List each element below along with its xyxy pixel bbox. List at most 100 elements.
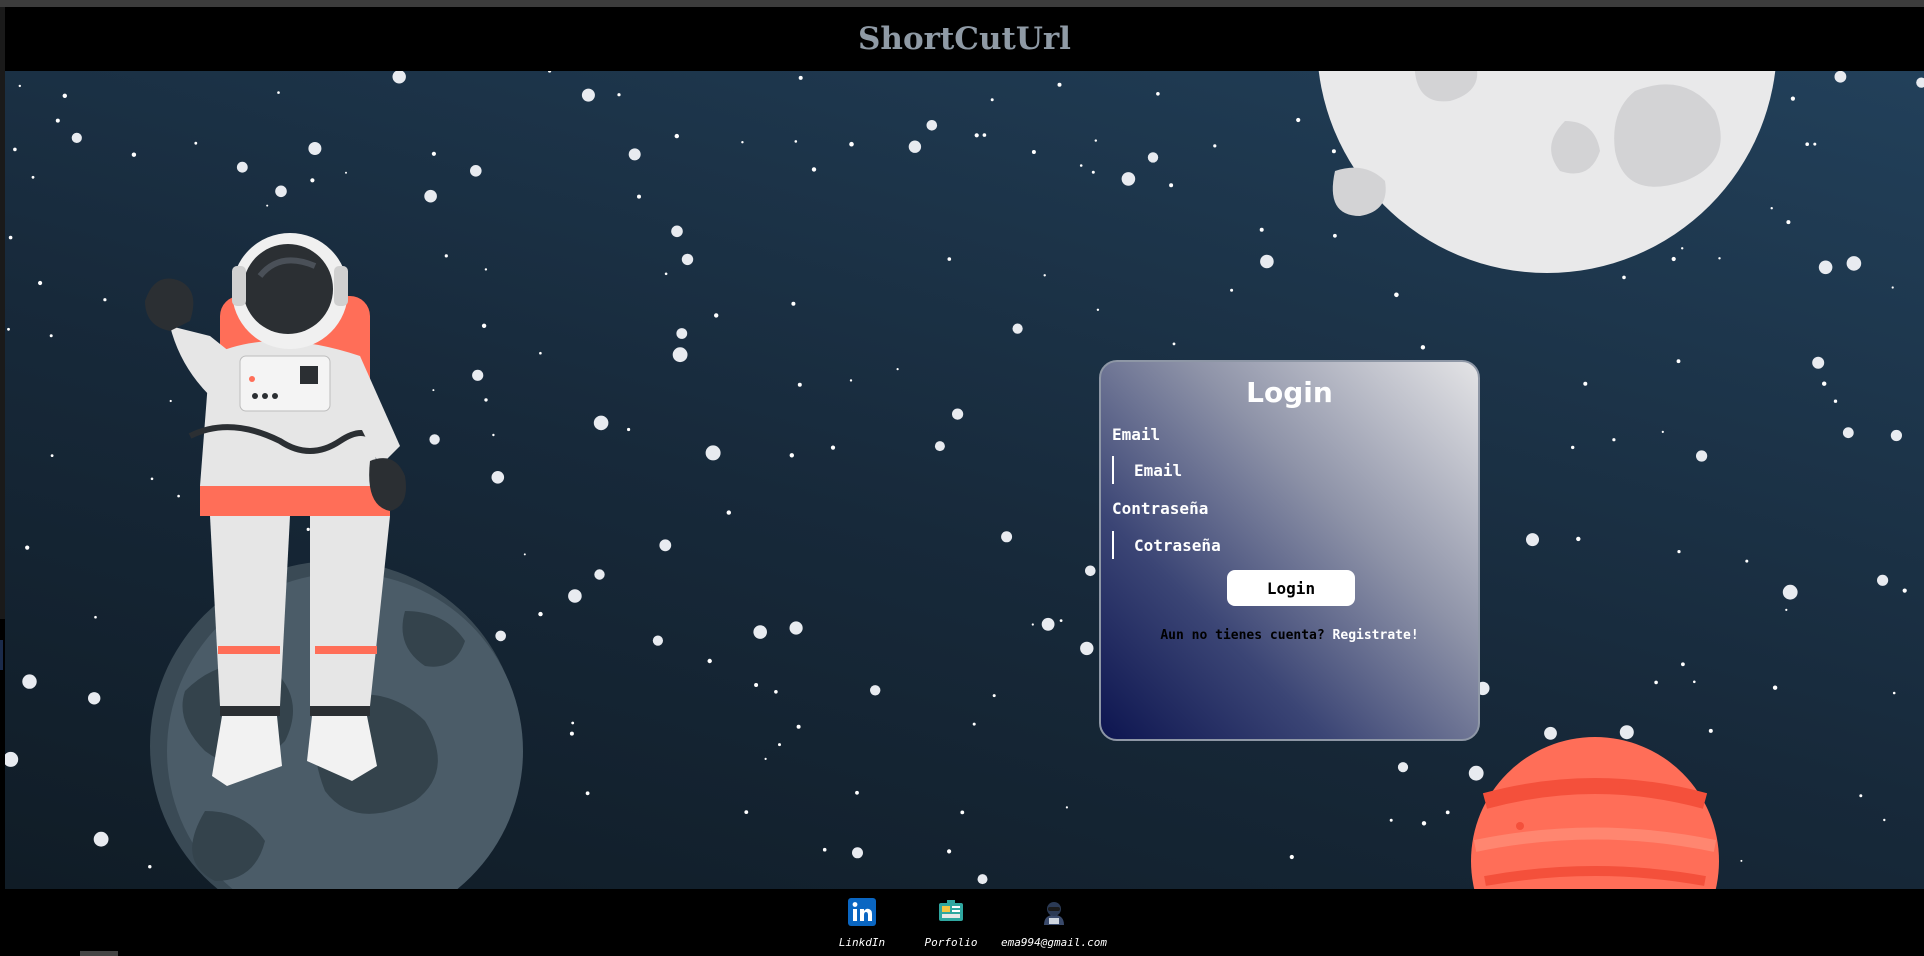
star: [18, 84, 21, 88]
linkedin-icon: [848, 898, 876, 926]
star: [1296, 117, 1301, 123]
star: [38, 280, 43, 286]
star: [1059, 619, 1063, 622]
star: [1822, 381, 1827, 386]
star: [628, 148, 641, 161]
star: [774, 690, 778, 694]
star: [1833, 399, 1838, 403]
star: [744, 810, 749, 814]
star: [1916, 77, 1924, 88]
star: [275, 185, 287, 198]
star: [794, 140, 798, 143]
login-title: Login: [1246, 376, 1333, 409]
red-planet-illustration: [1471, 737, 1719, 889]
star: [548, 71, 552, 73]
star: [539, 351, 542, 355]
star: [1526, 533, 1539, 547]
star: [849, 141, 854, 147]
star: [1790, 96, 1795, 101]
star: [1786, 220, 1791, 225]
footer: LinkdIn Porfolio ema994@gmail.com: [0, 889, 1924, 956]
star: [1169, 183, 1174, 188]
star: [1877, 574, 1889, 586]
brand-title[interactable]: ShortCutUrl: [5, 21, 1924, 57]
star: [1260, 254, 1274, 269]
star: [972, 722, 976, 726]
star: [1902, 588, 1907, 593]
star: [1389, 818, 1393, 822]
star: [974, 133, 979, 138]
bottom-edge-mark: [80, 951, 118, 956]
star: [277, 91, 280, 94]
password-field[interactable]: [1112, 531, 1452, 559]
star: [754, 683, 759, 687]
star: [424, 189, 437, 203]
star: [652, 635, 664, 646]
star: [1834, 71, 1847, 83]
star: [594, 569, 605, 580]
star: [796, 724, 801, 729]
star: [707, 658, 712, 664]
star: [431, 151, 436, 156]
star: [791, 301, 796, 306]
star: [674, 133, 679, 139]
star: [822, 847, 827, 852]
left-edge-mark: [0, 640, 3, 670]
star: [671, 225, 683, 238]
star: [676, 328, 688, 339]
star: [798, 75, 803, 80]
star: [31, 175, 35, 179]
star: [714, 313, 719, 318]
star: [470, 165, 482, 177]
star: [1096, 308, 1100, 311]
star: [392, 71, 406, 84]
star: [88, 692, 101, 705]
star: [1012, 323, 1023, 334]
star: [1805, 142, 1809, 146]
star: [1057, 82, 1062, 87]
footer-link-label: Porfolio: [924, 936, 978, 949]
star: [952, 408, 964, 420]
star: [194, 141, 198, 145]
star: [637, 194, 641, 199]
star: [55, 118, 60, 123]
moon-illustration: [1318, 71, 1776, 273]
star: [1571, 445, 1575, 450]
star: [627, 427, 631, 432]
register-link[interactable]: Registrate!: [1333, 628, 1419, 643]
star: [1394, 292, 1399, 298]
email-field[interactable]: [1112, 456, 1452, 484]
star: [1259, 227, 1264, 232]
star: [960, 810, 965, 815]
star: [1676, 359, 1681, 364]
star: [896, 368, 899, 371]
star: [1230, 288, 1234, 292]
browser-edge: [0, 0, 1924, 7]
star: [764, 757, 767, 761]
star: [1846, 256, 1862, 271]
star: [1859, 794, 1863, 798]
star: [581, 88, 595, 102]
star: [977, 874, 988, 885]
star: [1813, 142, 1817, 146]
star: [538, 611, 543, 617]
star: [926, 120, 938, 131]
star: [1031, 150, 1036, 154]
login-button[interactable]: Login: [1227, 570, 1355, 606]
star: [93, 831, 109, 847]
star: [1576, 536, 1581, 542]
star: [855, 790, 859, 795]
star: [1085, 565, 1096, 577]
star: [659, 539, 672, 552]
star: [1043, 274, 1046, 277]
star: [1213, 144, 1217, 148]
star: [830, 445, 836, 450]
star: [1445, 810, 1450, 815]
star: [1785, 608, 1788, 612]
star: [1080, 641, 1094, 656]
footer-link-email[interactable]: ema994@gmail.com: [994, 897, 1114, 949]
register-line: Aun no tienes cuenta? Registrate!: [1101, 628, 1478, 643]
footer-link-portfolio[interactable]: Porfolio: [891, 897, 1011, 949]
star: [22, 674, 37, 689]
star: [811, 167, 817, 172]
